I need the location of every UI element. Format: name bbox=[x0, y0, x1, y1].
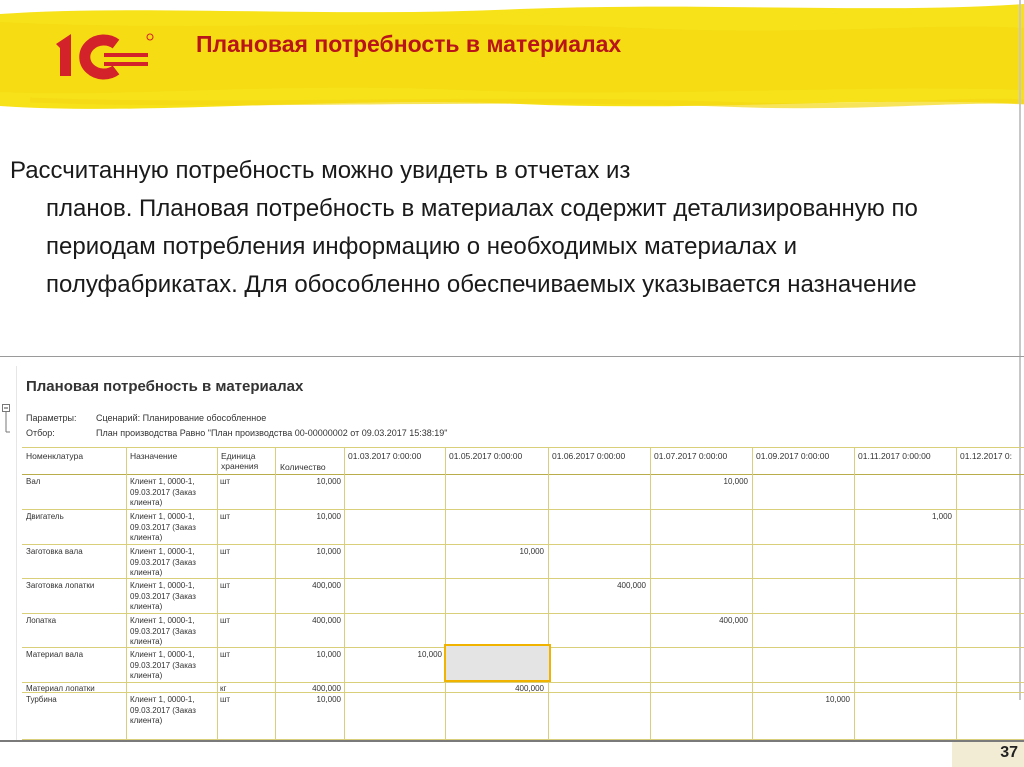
grid-line bbox=[126, 447, 127, 740]
separator-line bbox=[0, 356, 1024, 357]
table-row-unit[interactable]: шт bbox=[220, 547, 230, 556]
table-row-item[interactable]: Вал bbox=[26, 477, 40, 486]
table-row-destination[interactable]: Клиент 1, 0000-1, 09.03.2017 (Заказ клие… bbox=[130, 547, 220, 579]
table-row-item[interactable]: Заготовка вала bbox=[26, 547, 83, 556]
slide-title: Плановая потребность в материалах bbox=[196, 31, 622, 57]
table-row-quantity[interactable]: 10,000 bbox=[271, 695, 341, 704]
grid-line bbox=[752, 447, 753, 740]
table-row-quantity[interactable]: 10,000 bbox=[271, 650, 341, 659]
table-row-unit[interactable]: шт bbox=[220, 477, 230, 486]
grid-line bbox=[22, 682, 1024, 683]
table-row-destination[interactable]: Клиент 1, 0000-1, 09.03.2017 (Заказ клие… bbox=[130, 477, 220, 509]
filter-value: План производства Равно "План производст… bbox=[96, 428, 448, 438]
table-row-item[interactable]: Заготовка лопатки bbox=[26, 581, 94, 590]
filter-label: Отбор: bbox=[26, 428, 55, 438]
table-row-quantity[interactable]: 10,000 bbox=[271, 547, 341, 556]
table-row-destination[interactable]: Клиент 1, 0000-1, 09.03.2017 (Заказ клие… bbox=[130, 512, 220, 544]
page-number: 37 bbox=[1000, 744, 1018, 761]
grid-line bbox=[445, 447, 446, 740]
report-table: Номенклатура Назначение Единица хранения… bbox=[22, 447, 1024, 740]
table-row-destination[interactable]: Клиент 1, 0000-1, 09.03.2017 (Заказ клие… bbox=[130, 616, 220, 648]
column-header-date[interactable]: 01.06.2017 0:00:00 bbox=[552, 451, 625, 461]
table-row-destination[interactable]: Клиент 1, 0000-1, 09.03.2017 (Заказ клие… bbox=[130, 695, 220, 727]
table-row-period-value[interactable]: 10,000 bbox=[448, 547, 544, 556]
column-header-date[interactable]: 01.05.2017 0:00:00 bbox=[449, 451, 522, 461]
table-row-period-value[interactable]: 10,000 bbox=[346, 650, 442, 659]
table-row-unit[interactable]: шт bbox=[220, 512, 230, 521]
params-label: Параметры: bbox=[26, 413, 77, 423]
grid-line bbox=[22, 509, 1024, 510]
table-row-period-value[interactable]: 10,000 bbox=[652, 477, 748, 486]
report-window: Плановая потребность в материалах Параме… bbox=[0, 366, 1024, 740]
column-header-quantity[interactable]: Количество bbox=[280, 462, 326, 472]
grid-line bbox=[548, 447, 549, 740]
column-header-destination[interactable]: Назначение bbox=[130, 451, 177, 461]
grid-line bbox=[22, 447, 1024, 448]
footer-rule bbox=[0, 740, 1024, 742]
table-row-quantity[interactable]: 400,000 bbox=[271, 581, 341, 590]
table-row-period-value[interactable]: 400,000 bbox=[550, 581, 646, 590]
column-header-date[interactable]: 01.03.2017 0:00:00 bbox=[348, 451, 421, 461]
brand-logo bbox=[56, 33, 154, 80]
body-text-first-line: Рассчитанную потребность можно увидеть в… bbox=[10, 157, 631, 184]
table-row-item[interactable]: Материал вала bbox=[26, 650, 83, 659]
column-header-item[interactable]: Номенклатура bbox=[26, 451, 83, 461]
grid-line bbox=[956, 447, 957, 740]
table-row-unit[interactable]: шт bbox=[220, 695, 230, 704]
table-row-quantity[interactable]: 10,000 bbox=[271, 512, 341, 521]
table-row-item[interactable]: Двигатель bbox=[26, 512, 64, 521]
report-gutter bbox=[16, 366, 17, 740]
column-header-date[interactable]: 01.12.2017 0: bbox=[960, 451, 1012, 461]
grid-line bbox=[650, 447, 651, 740]
table-row-item[interactable]: Турбина bbox=[26, 695, 57, 704]
table-row-unit[interactable]: шт bbox=[220, 581, 230, 590]
slide-body-text: Рассчитанную потребность можно увидеть в… bbox=[10, 152, 980, 304]
column-header-date[interactable]: 01.11.2017 0:00:00 bbox=[858, 451, 931, 461]
table-row-item[interactable]: Материал лопатки bbox=[26, 684, 95, 693]
report-title: Плановая потребность в материалах bbox=[26, 378, 304, 395]
column-header-unit[interactable]: Единица хранения bbox=[221, 451, 273, 471]
table-row-destination[interactable]: Клиент 1, 0000-1, 09.03.2017 (Заказ клие… bbox=[130, 581, 220, 613]
table-row-unit[interactable]: шт bbox=[220, 616, 230, 625]
params-value: Сценарий: Планирование обособленное bbox=[96, 413, 267, 423]
grid-line bbox=[854, 447, 855, 740]
grid-line bbox=[344, 447, 345, 740]
selected-cell[interactable] bbox=[444, 644, 551, 682]
grid-line bbox=[22, 544, 1024, 545]
table-row-period-value[interactable]: 1,000 bbox=[856, 512, 952, 521]
table-row-item[interactable]: Лопатка bbox=[26, 616, 56, 625]
table-row-period-value[interactable]: 400,000 bbox=[448, 684, 544, 693]
column-header-date[interactable]: 01.09.2017 0:00:00 bbox=[756, 451, 829, 461]
table-row-period-value[interactable]: 10,000 bbox=[754, 695, 850, 704]
grid-line bbox=[22, 613, 1024, 614]
table-row-quantity[interactable]: 400,000 bbox=[271, 616, 341, 625]
body-text-rest: планов. Плановая потребность в материала… bbox=[46, 195, 918, 298]
column-header-date[interactable]: 01.07.2017 0:00:00 bbox=[654, 451, 727, 461]
table-row-destination[interactable]: Клиент 1, 0000-1, 09.03.2017 (Заказ клие… bbox=[130, 650, 220, 682]
table-row-period-value[interactable]: 400,000 bbox=[652, 616, 748, 625]
table-row-quantity[interactable]: 400,000 bbox=[271, 684, 341, 693]
collapse-group-icon[interactable] bbox=[2, 404, 11, 434]
table-row-unit[interactable]: кг bbox=[220, 684, 226, 693]
table-row-quantity[interactable]: 10,000 bbox=[271, 477, 341, 486]
table-row-unit[interactable]: шт bbox=[220, 650, 230, 659]
grid-line bbox=[22, 474, 1024, 475]
